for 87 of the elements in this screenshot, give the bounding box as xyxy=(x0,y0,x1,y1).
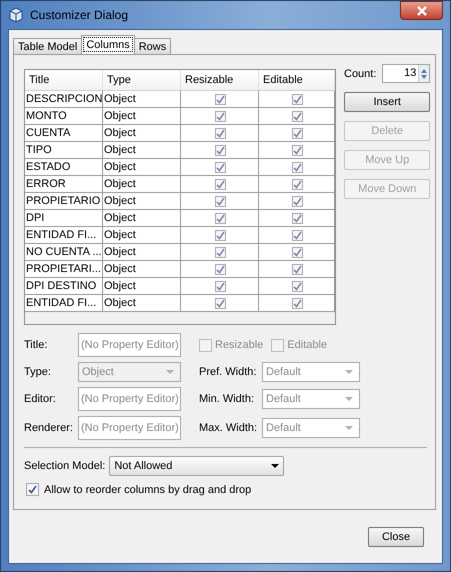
table-cell: Object xyxy=(103,176,181,192)
close-icon[interactable] xyxy=(400,1,443,20)
field-label: Max. Width: xyxy=(199,422,258,434)
dropdown-arrow-icon xyxy=(271,464,280,468)
field-label: Type: xyxy=(24,366,52,378)
table-cell: CUENTA xyxy=(25,125,103,141)
table-cell: Object xyxy=(103,261,181,277)
table-cell: Object xyxy=(103,244,181,260)
tab[interactable]: Columns xyxy=(81,35,135,54)
table-cell: DPI xyxy=(25,210,103,226)
checkbox[interactable] xyxy=(292,162,302,172)
table-cell: Object xyxy=(103,210,181,226)
table-cell: ERROR xyxy=(25,176,103,192)
checkbox-label: Allow to reorder columns by drag and drop xyxy=(44,484,252,496)
property-field[interactable]: (No Property Editor) xyxy=(78,416,181,440)
column-header[interactable]: Resizable xyxy=(181,70,259,90)
table-cell: Object xyxy=(103,91,181,107)
table-cell: Object xyxy=(103,227,181,243)
checkbox[interactable] xyxy=(214,280,226,292)
dropdown-arrow-icon xyxy=(345,426,353,430)
checkbox[interactable] xyxy=(214,162,226,172)
count-label: Count: xyxy=(344,68,376,80)
checkbox[interactable] xyxy=(214,298,226,308)
checkbox[interactable] xyxy=(292,246,302,258)
tab[interactable]: Rows xyxy=(134,38,172,54)
checkbox[interactable] xyxy=(292,280,302,292)
table-cell: Object xyxy=(103,125,181,141)
checkbox[interactable] xyxy=(26,483,39,496)
table-cell: MONTO xyxy=(25,108,103,124)
checkbox[interactable] xyxy=(292,230,302,240)
table-cell: Object xyxy=(103,295,181,311)
column-header[interactable]: Type xyxy=(103,70,181,90)
tab[interactable]: Table Model xyxy=(13,38,82,54)
checkbox[interactable] xyxy=(214,196,226,206)
checkbox-label: Resizable xyxy=(215,339,264,351)
property-field[interactable]: (No Property Editor) xyxy=(78,387,181,411)
property-field[interactable]: (No Property Editor) xyxy=(78,333,181,357)
checkbox[interactable] xyxy=(292,212,302,224)
table-cell: ENTIDAD FI... xyxy=(25,227,103,243)
table-cell: Object xyxy=(103,142,181,158)
close-button[interactable]: Close xyxy=(368,526,424,546)
table-cell: NO CUENTA ... xyxy=(25,244,103,260)
checkbox-label: Editable xyxy=(287,339,328,351)
checkbox[interactable] xyxy=(214,230,226,240)
table-cell: Object xyxy=(103,108,181,124)
checkbox[interactable] xyxy=(292,110,302,122)
field-label: Pref. Width: xyxy=(199,366,258,378)
checkbox[interactable] xyxy=(292,94,302,104)
checkbox[interactable] xyxy=(292,298,302,308)
checkbox[interactable] xyxy=(214,246,226,258)
checkbox[interactable] xyxy=(214,128,226,138)
dropdown-arrow-icon xyxy=(345,396,353,402)
count-spinner[interactable]: 13 xyxy=(382,64,430,83)
cube-icon xyxy=(8,7,24,23)
column-header[interactable]: Editable xyxy=(259,70,335,90)
checkbox[interactable] xyxy=(292,144,302,156)
table-cell: ENTIDAD FI... xyxy=(25,295,103,311)
table-cell: Object xyxy=(103,159,181,175)
table-cell: PROPIETARI... xyxy=(25,261,103,277)
dropdown-arrow-icon xyxy=(345,370,353,374)
checkbox[interactable] xyxy=(214,110,226,122)
checkbox[interactable] xyxy=(214,212,226,224)
selection-model-label: Selection Model: xyxy=(24,460,106,472)
action-button[interactable]: Insert xyxy=(344,92,430,112)
table-cell: ESTADO xyxy=(25,159,103,175)
checkbox[interactable] xyxy=(292,178,302,190)
table-cell: Object xyxy=(103,278,181,294)
checkbox[interactable] xyxy=(292,196,302,206)
checkbox[interactable] xyxy=(214,264,226,274)
dropdown-arrow-icon xyxy=(166,370,174,374)
field-label: Title: xyxy=(24,339,48,351)
column-header[interactable]: Title xyxy=(25,70,103,90)
table-cell: PROPIETARIO xyxy=(25,193,103,209)
checkbox[interactable] xyxy=(214,144,226,156)
table-cell: DPI DESTINO xyxy=(25,278,103,294)
table-cell: DESCRIPCION xyxy=(25,91,103,107)
table-cell: TIPO xyxy=(25,142,103,158)
checkbox[interactable] xyxy=(292,128,302,138)
field-label: Editor: xyxy=(24,393,57,405)
field-label: Renderer: xyxy=(24,422,74,434)
window-title: Customizer Dialog xyxy=(30,8,128,22)
field-label: Min. Width: xyxy=(199,393,256,405)
selection-model-dropdown[interactable]: Not Allowed xyxy=(109,456,284,476)
checkbox[interactable] xyxy=(292,264,302,274)
checkbox[interactable] xyxy=(214,178,226,190)
table-cell: Object xyxy=(103,193,181,209)
checkbox[interactable] xyxy=(214,94,226,104)
